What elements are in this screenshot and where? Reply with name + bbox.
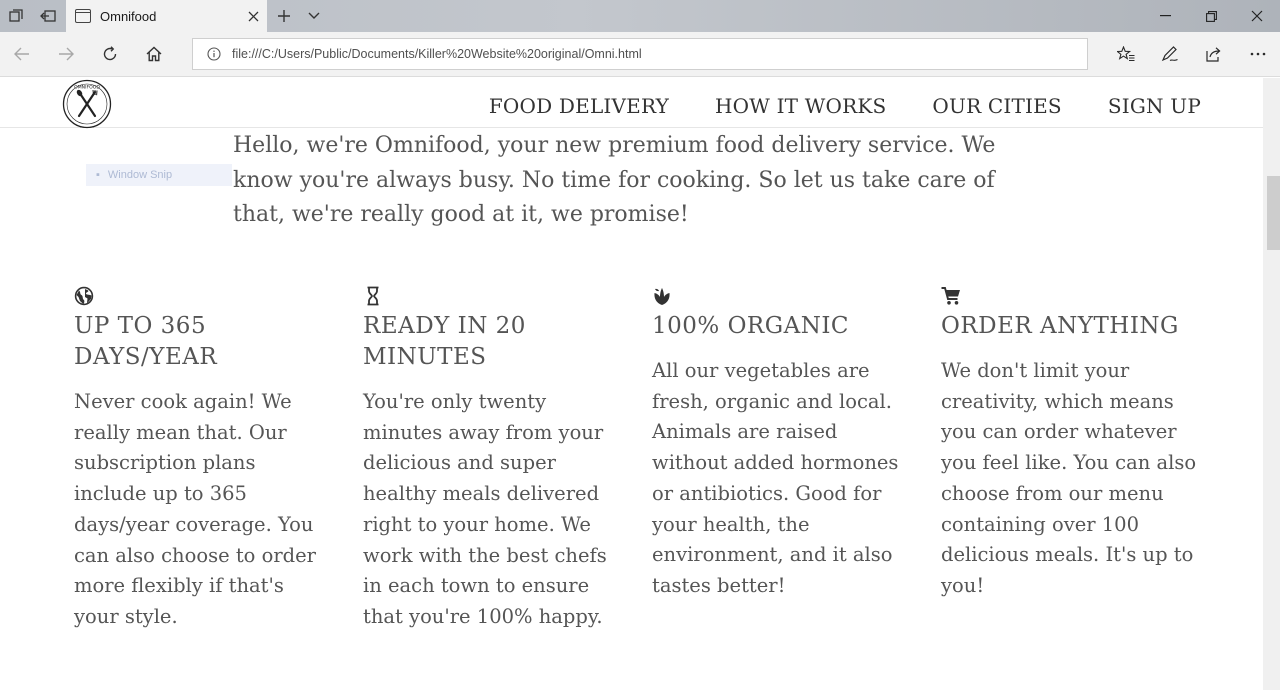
set-tabs-aside-button[interactable] bbox=[32, 0, 64, 32]
cart-icon bbox=[941, 287, 960, 305]
window-snip-overlay: ▪ Window Snip bbox=[86, 164, 232, 186]
leaf-icon bbox=[654, 288, 670, 305]
tab-omnifood[interactable]: Omnifood bbox=[66, 0, 267, 32]
arrow-right-icon bbox=[59, 47, 74, 61]
omnifood-logo[interactable]: OMNIFOOD bbox=[62, 79, 112, 129]
logo-icon: OMNIFOOD bbox=[62, 79, 112, 129]
site-info-icon[interactable] bbox=[206, 46, 222, 62]
restore-button[interactable] bbox=[1188, 0, 1234, 32]
refresh-button[interactable] bbox=[94, 38, 126, 70]
tab-title: Omnifood bbox=[100, 8, 157, 24]
new-tab-button[interactable] bbox=[268, 0, 300, 32]
minimize-icon bbox=[1159, 15, 1171, 17]
feature-title: Ready in 20 minutes bbox=[363, 313, 526, 370]
hourglass-icon bbox=[367, 286, 379, 306]
close-icon bbox=[1251, 10, 1263, 22]
home-button[interactable] bbox=[138, 38, 170, 70]
nav-food-delivery[interactable]: FOOD DELIVERY bbox=[489, 94, 669, 118]
plus-icon bbox=[278, 10, 290, 22]
url-text: file:///C:/Users/Public/Documents/Killer… bbox=[232, 47, 642, 61]
home-icon bbox=[146, 46, 162, 62]
web-note-button[interactable] bbox=[1152, 38, 1188, 70]
favorites-button[interactable] bbox=[1108, 38, 1144, 70]
feature-title: Order anything bbox=[941, 313, 1179, 339]
feature-text: We don't limit your creativity, which me… bbox=[941, 359, 1197, 597]
tab-strip: Omnifood bbox=[0, 0, 1280, 32]
address-bar[interactable]: file:///C:/Users/Public/Documents/Killer… bbox=[192, 38, 1088, 70]
nav-how-it-works[interactable]: HOW IT WORKS bbox=[715, 94, 886, 118]
forward-button[interactable] bbox=[50, 38, 82, 70]
feature-title: 100% organic bbox=[652, 313, 850, 339]
feature-item: Order anything We don't limit your creat… bbox=[941, 286, 1230, 633]
window-snip-label: Window Snip bbox=[107, 169, 173, 181]
more-icon bbox=[1250, 52, 1266, 56]
feature-item: Ready in 20 minutes You're only twenty m… bbox=[363, 286, 652, 633]
nav-sign-up[interactable]: SIGN UP bbox=[1108, 94, 1201, 118]
share-icon bbox=[1206, 47, 1221, 62]
minimize-button[interactable] bbox=[1142, 0, 1188, 32]
page-viewport: OMNIFOOD FOOD DELIVERY HOW IT WORKS OUR … bbox=[0, 78, 1280, 690]
feature-item: 100% organic All our vegetables are fres… bbox=[652, 286, 941, 633]
feature-text: You're only twenty minutes away from you… bbox=[363, 390, 607, 628]
tab-preview-button[interactable] bbox=[298, 0, 330, 32]
settings-more-button[interactable] bbox=[1240, 38, 1276, 70]
browser-toolbar: file:///C:/Users/Public/Documents/Killer… bbox=[0, 32, 1280, 77]
scrollbar-thumb[interactable] bbox=[1267, 176, 1280, 250]
restore-icon bbox=[1205, 10, 1217, 22]
tab-close-button[interactable] bbox=[239, 0, 267, 32]
close-window-button[interactable] bbox=[1234, 0, 1280, 32]
tabs-icon bbox=[9, 9, 23, 22]
chevron-down-icon bbox=[308, 12, 320, 19]
main-nav: FOOD DELIVERY HOW IT WORKS OUR CITIES SI… bbox=[489, 94, 1201, 118]
arrow-left-icon bbox=[14, 47, 29, 61]
feature-title: Up to 365 days/year bbox=[74, 313, 218, 370]
refresh-icon bbox=[103, 46, 117, 61]
intro-paragraph: Hello, we're Omnifood, your new premium … bbox=[233, 133, 996, 227]
features-section: Up to 365 days/year Never cook again! We… bbox=[74, 286, 1234, 633]
tab-actions-button[interactable] bbox=[0, 0, 32, 32]
nav-our-cities[interactable]: OUR CITIES bbox=[932, 94, 1061, 118]
pen-icon bbox=[1161, 46, 1178, 62]
feature-text: All our vegetables are fresh, organic an… bbox=[652, 359, 899, 597]
logo-wordmark: OMNIFOOD bbox=[74, 85, 100, 91]
share-button[interactable] bbox=[1196, 38, 1232, 70]
site-header: OMNIFOOD FOOD DELIVERY HOW IT WORKS OUR … bbox=[0, 78, 1263, 129]
tabs-aside-icon bbox=[40, 10, 56, 22]
back-button[interactable] bbox=[6, 38, 38, 70]
page-icon bbox=[75, 9, 91, 23]
page-scrollbar[interactable] bbox=[1263, 78, 1280, 690]
globe-icon bbox=[74, 286, 94, 306]
close-icon bbox=[248, 11, 258, 21]
feature-text: Never cook again! We really mean that. O… bbox=[74, 390, 316, 628]
favorites-icon bbox=[1117, 46, 1135, 62]
feature-item: Up to 365 days/year Never cook again! We… bbox=[74, 286, 363, 633]
